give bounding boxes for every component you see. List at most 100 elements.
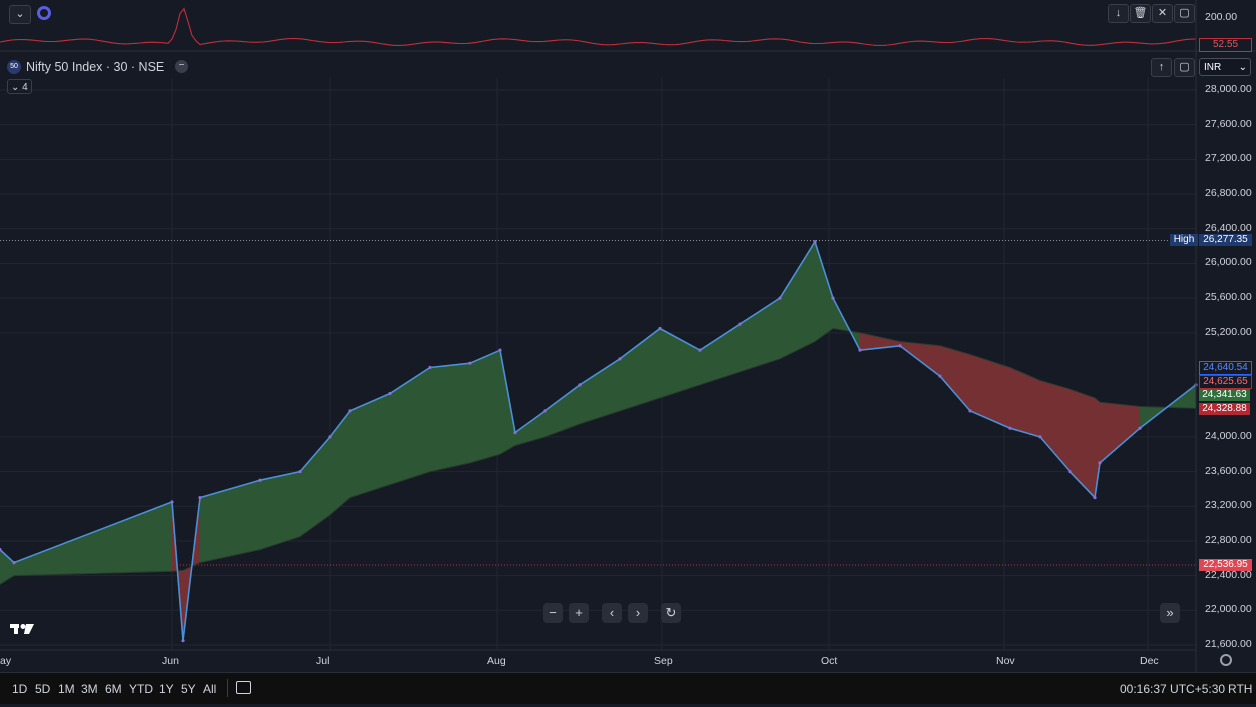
- price-point: [658, 326, 662, 331]
- move-down-button[interactable]: ↓: [1108, 4, 1129, 23]
- price-point: [1098, 461, 1102, 465]
- maximize-icon[interactable]: ▢: [1174, 4, 1195, 23]
- up-fill-segment: [515, 410, 545, 446]
- range-button-all[interactable]: All: [203, 682, 216, 696]
- range-button-6m[interactable]: 6M: [105, 682, 122, 696]
- price-point: [938, 374, 942, 378]
- price-axis-label: 24,000.00: [1205, 429, 1252, 442]
- up-fill-segment: [14, 501, 172, 576]
- price-point: [513, 430, 517, 435]
- up-fill-segment: [470, 350, 500, 463]
- price-point: [858, 348, 862, 352]
- price-tag-1: 24,640.54: [1199, 361, 1252, 375]
- range-divider: [227, 679, 228, 697]
- clock-display[interactable]: 00:16:37 UTC+5:30: [1120, 682, 1225, 696]
- range-button-ytd[interactable]: YTD: [129, 682, 153, 696]
- minus-icon[interactable]: −: [175, 60, 188, 73]
- go-to-realtime-button[interactable]: »: [1160, 603, 1180, 623]
- price-point: [12, 561, 16, 565]
- range-button-1y[interactable]: 1Y: [159, 682, 174, 696]
- price-axis-label: 26,400.00: [1205, 221, 1252, 234]
- price-point: [778, 296, 782, 300]
- price-point: [170, 500, 174, 504]
- time-axis-label: Jul: [316, 655, 330, 667]
- price-point: [348, 409, 352, 413]
- price-point: [1038, 435, 1042, 439]
- price-axis-label: 25,600.00: [1205, 291, 1252, 304]
- indicator-collapse-button[interactable]: ⌄: [9, 5, 31, 24]
- low-line-tag: 22,536.95: [1199, 559, 1252, 571]
- price-point: [698, 348, 702, 352]
- time-axis-label: Dec: [1140, 655, 1159, 667]
- plus-icon: +: [575, 605, 583, 620]
- price-axis-label: 26,800.00: [1205, 187, 1252, 200]
- indicator-scale-label: 200.00: [1205, 11, 1238, 23]
- range-button-3m[interactable]: 3M: [81, 682, 98, 696]
- down-fill-segment: [1010, 367, 1040, 437]
- zoom-in-button[interactable]: +: [569, 603, 589, 623]
- area-fills: [0, 241, 1196, 641]
- chevron-down-icon: ⌄: [11, 82, 20, 93]
- price-point: [388, 391, 392, 396]
- up-fill-segment: [545, 384, 580, 437]
- price-axis-label: 21,600.00: [1205, 638, 1252, 650]
- arrow-up-icon[interactable]: ↑: [1151, 58, 1172, 77]
- reset-button[interactable]: ↻: [661, 603, 681, 623]
- down-fill-segment: [1040, 380, 1070, 472]
- price-point: [468, 361, 472, 365]
- price-point: [618, 357, 622, 361]
- up-fill-segment: [260, 471, 300, 550]
- up-fill-segment: [580, 358, 620, 424]
- reset-icon: ↻: [665, 605, 677, 620]
- price-point: [738, 322, 742, 326]
- scroll-left-button[interactable]: ‹: [602, 603, 622, 623]
- collapse-indicators-button[interactable]: ⌄ 4: [7, 79, 32, 94]
- chart-grid: [0, 78, 1196, 650]
- gear-icon[interactable]: [37, 6, 51, 20]
- scroll-right-button[interactable]: ›: [628, 603, 648, 623]
- high-label: High: [1170, 234, 1198, 246]
- high-value-tag: 26,277.35: [1199, 234, 1252, 246]
- up-fill-segment: [430, 363, 470, 472]
- price-point: [328, 435, 332, 439]
- range-button-5y[interactable]: 5Y: [181, 682, 196, 696]
- price-point: [181, 639, 185, 643]
- price-point: [543, 409, 547, 413]
- currency-select[interactable]: INR ⌄: [1199, 58, 1251, 76]
- price-axis-label: 23,600.00: [1205, 464, 1252, 477]
- minus-icon: −: [549, 605, 557, 620]
- price-tag-4: 24,328.88: [1199, 403, 1250, 415]
- price-axis-label: 26,000.00: [1205, 256, 1252, 269]
- range-button-5d[interactable]: 5D: [35, 682, 50, 696]
- range-button-1m[interactable]: 1M: [58, 682, 75, 696]
- close-icon[interactable]: ✕: [1152, 4, 1173, 23]
- calendar-icon[interactable]: [236, 681, 251, 694]
- time-axis-label: Sep: [654, 655, 673, 667]
- moving-average-line: [0, 327, 1197, 585]
- tradingview-logo-icon: [10, 624, 34, 634]
- up-fill-segment: [0, 549, 14, 585]
- session-toggle[interactable]: RTH: [1228, 682, 1252, 696]
- price-chart[interactable]: [0, 0, 1256, 672]
- symbol-title[interactable]: Nifty 50 Index · 30 · NSE: [26, 60, 164, 74]
- maximize-pane-icon[interactable]: ▢: [1174, 58, 1195, 77]
- zoom-out-button[interactable]: −: [543, 603, 563, 623]
- time-axis-label: Nov: [996, 655, 1015, 667]
- delete-icon[interactable]: 🗑: [1130, 4, 1151, 23]
- up-fill-segment: [780, 241, 815, 359]
- price-point: [298, 469, 302, 474]
- price-point: [498, 348, 502, 352]
- price-tag-2: 24,625.65: [1199, 375, 1252, 389]
- up-fill-segment: [200, 480, 260, 563]
- up-fill-segment: [300, 436, 330, 537]
- range-button-1d[interactable]: 1D: [12, 682, 27, 696]
- time-axis-label: Oct: [821, 655, 838, 667]
- settings-gear-icon[interactable]: [1220, 654, 1232, 666]
- price-axis-label: 25,200.00: [1205, 325, 1252, 338]
- price-point: [898, 344, 902, 348]
- up-fill-segment: [390, 367, 430, 485]
- price-axis-label: 27,200.00: [1205, 152, 1252, 165]
- up-fill-segment: [620, 328, 660, 411]
- time-axis-label: ay: [0, 655, 12, 667]
- down-fill-segment: [1070, 389, 1095, 498]
